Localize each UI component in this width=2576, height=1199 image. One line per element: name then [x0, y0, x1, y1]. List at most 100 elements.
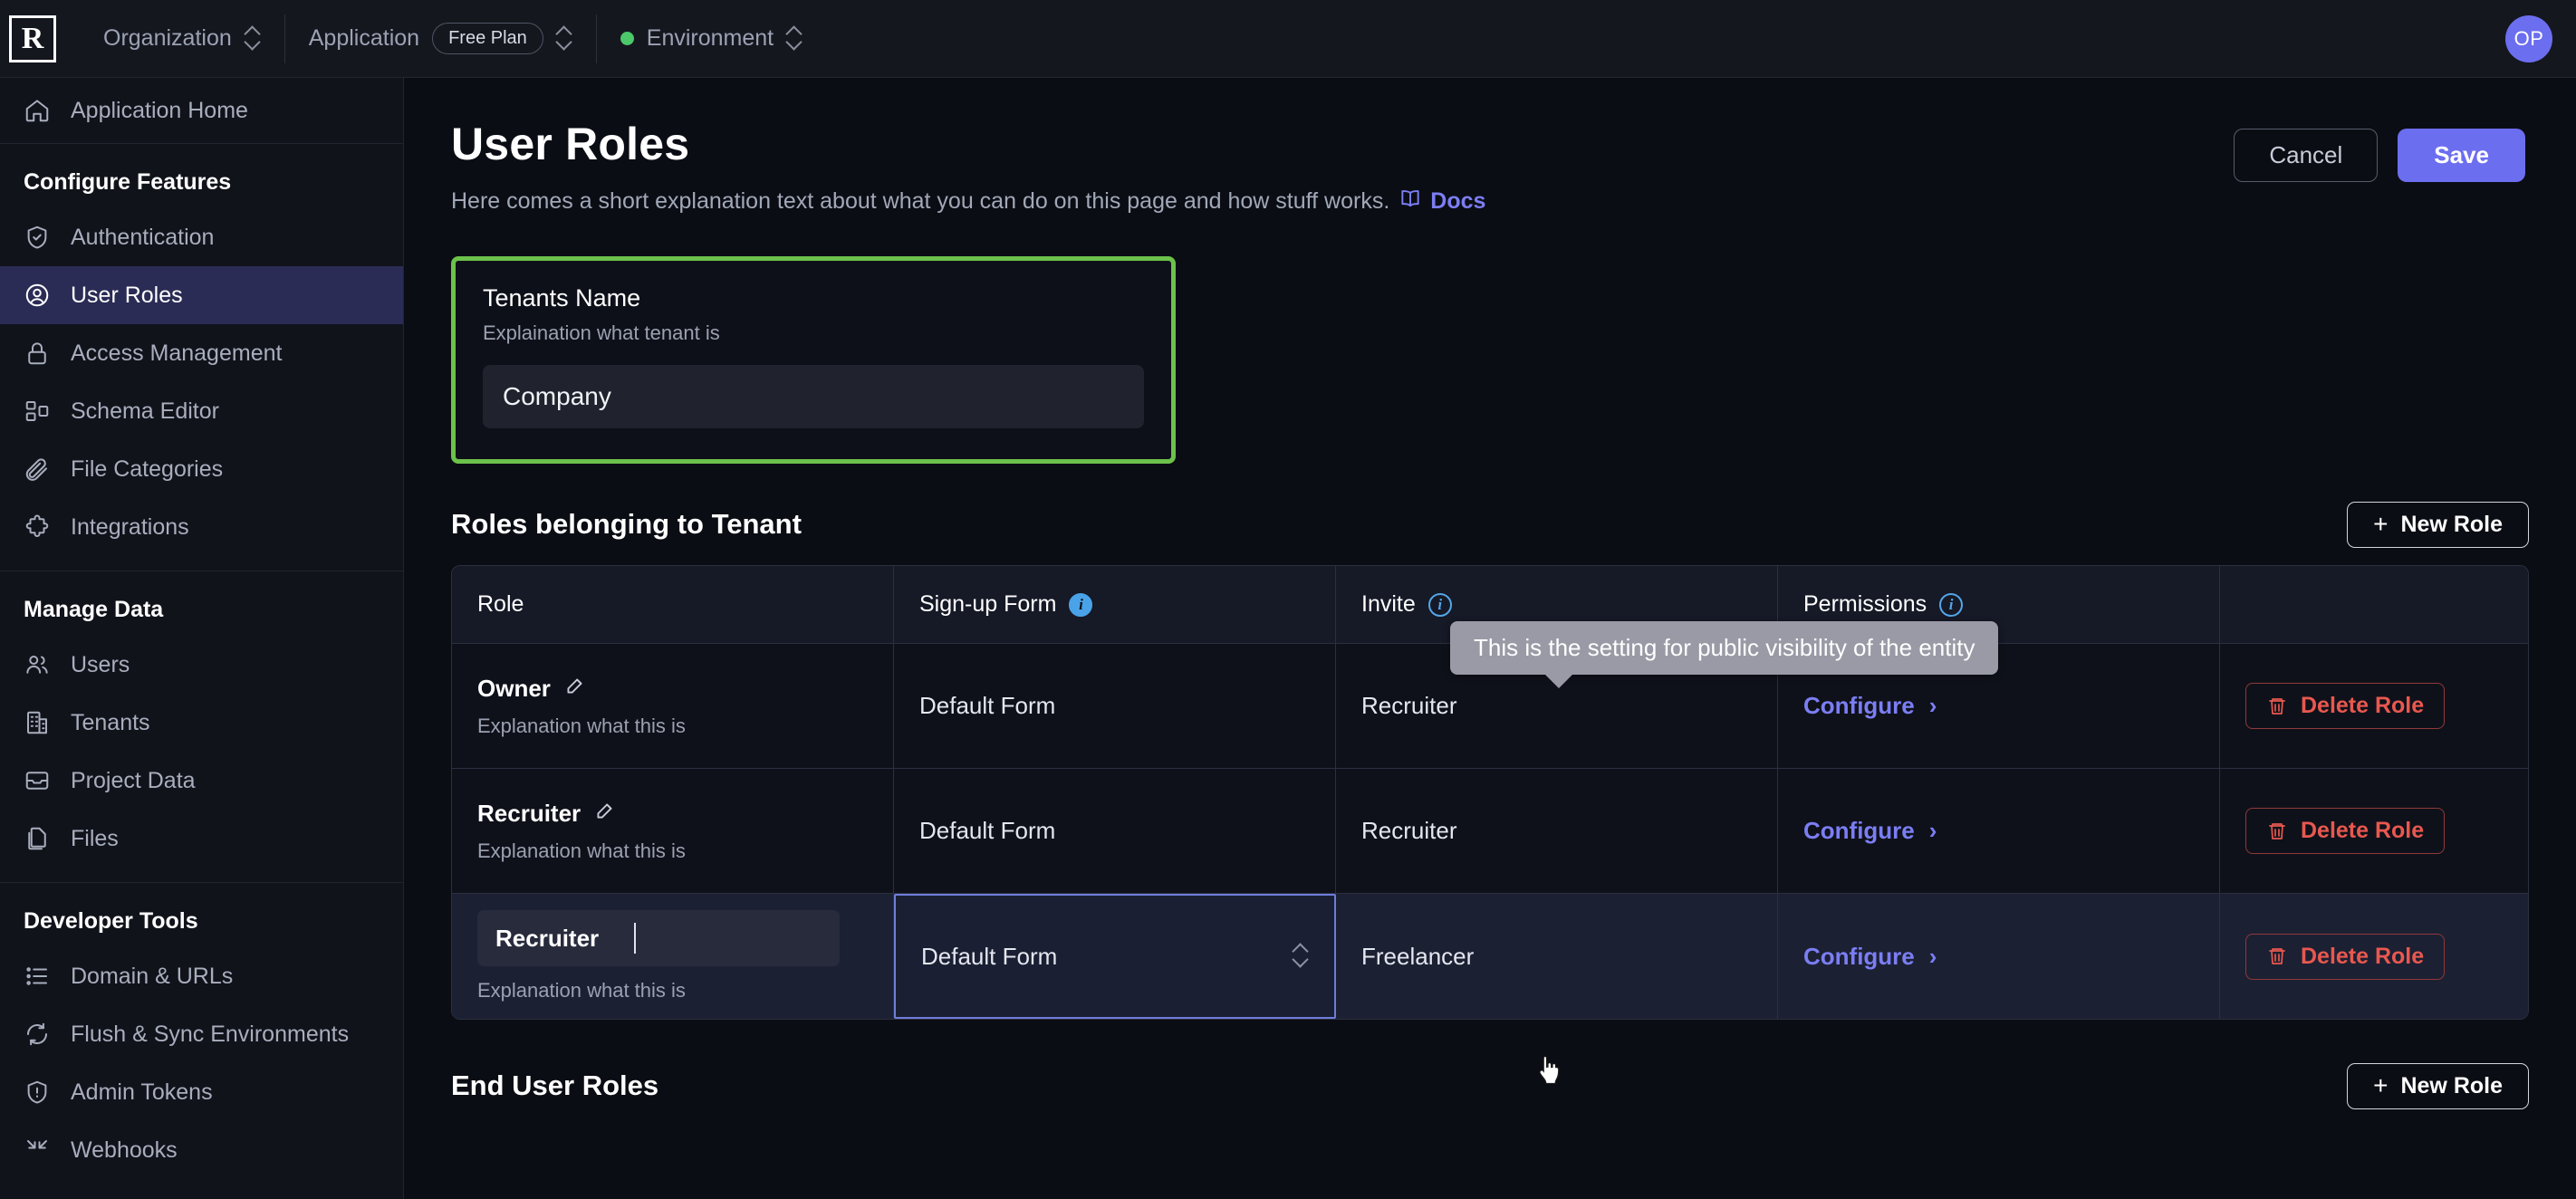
delete-role-button[interactable]: Delete Role: [2245, 683, 2446, 729]
cell-signup-form[interactable]: Default Form: [894, 769, 1336, 893]
delete-role-button[interactable]: Delete Role: [2245, 808, 2446, 854]
sidebar-item-label: Webhooks: [71, 1137, 178, 1163]
sidebar-item-domain-and-urls[interactable]: Domain & URLs: [0, 947, 403, 1005]
info-icon[interactable]: i: [1939, 592, 1964, 617]
tray-icon: [24, 767, 51, 794]
sidebar-item-flush-and-sync-environments[interactable]: Flush & Sync Environments: [0, 1005, 403, 1063]
app-root: R Organization Application Free Plan Env…: [0, 0, 2576, 1199]
cancel-button[interactable]: Cancel: [2234, 129, 2379, 182]
sidebar-item-user-roles[interactable]: User Roles: [0, 266, 403, 324]
chevron-updown-icon[interactable]: [786, 25, 803, 53]
cell-actions: Delete Role: [2220, 769, 2528, 893]
sidebar-item-webhooks[interactable]: Webhooks: [0, 1121, 403, 1179]
tenant-card-description: Explaination what tenant is: [483, 321, 720, 344]
new-end-user-role-button[interactable]: + New Role: [2347, 1062, 2529, 1109]
plus-icon: +: [2373, 1071, 2389, 1099]
sidebar-item-access-management[interactable]: Access Management: [0, 324, 403, 382]
cell-actions: Delete Role: [2220, 894, 2528, 1019]
info-icon[interactable]: i: [1427, 592, 1452, 617]
sidebar-item-application-home[interactable]: Application Home: [0, 78, 403, 143]
configure-label: Configure: [1803, 692, 1915, 719]
delete-role-button[interactable]: Delete Role: [2245, 933, 2446, 980]
home-icon: [24, 97, 51, 124]
chevron-right-icon: ›: [1928, 942, 1937, 970]
organization-label: Organization: [103, 25, 232, 51]
plus-icon: +: [2373, 510, 2389, 538]
end-user-roles-section: End User Roles + New Role: [404, 1058, 2576, 1114]
role-name-input[interactable]: [477, 910, 840, 966]
sidebar: Application Home Configure Features Auth…: [0, 78, 404, 1199]
cell-invite[interactable]: Freelancer: [1336, 894, 1778, 1019]
sidebar-item-tenants[interactable]: Tenants: [0, 694, 403, 752]
sidebar-item-integrations[interactable]: Integrations: [0, 498, 403, 556]
sidebar-heading-developer-tools: Developer Tools: [24, 908, 198, 934]
table-row: Recruiter Explanation what this is Defau…: [452, 769, 2528, 894]
sidebar-item-label: Project Data: [71, 767, 196, 793]
chevron-updown-icon[interactable]: [556, 25, 572, 53]
trash-icon: [2266, 695, 2288, 717]
chevron-right-icon: ›: [1928, 817, 1937, 844]
webhook-icon: [24, 1137, 51, 1164]
main-content: User Roles Here comes a short explanatio…: [404, 78, 2576, 1199]
page-actions: Cancel Save: [2234, 129, 2525, 182]
sidebar-item-label: Integrations: [71, 513, 189, 540]
application-label: Application: [308, 25, 420, 51]
user-circle-icon: [24, 282, 51, 309]
signup-form-select[interactable]: Default Form: [921, 943, 1309, 971]
info-icon[interactable]: i: [1069, 592, 1093, 617]
trash-icon: [2266, 820, 2288, 842]
end-user-roles-header: End User Roles + New Role: [451, 1058, 2529, 1114]
sidebar-item-schema-editor[interactable]: Schema Editor: [0, 382, 403, 440]
cell-signup-form[interactable]: Default Form: [894, 644, 1336, 768]
docs-link[interactable]: Docs: [1399, 187, 1485, 216]
sidebar-item-label: Flush & Sync Environments: [71, 1021, 350, 1047]
chevron-updown-icon[interactable]: [245, 25, 261, 53]
chevron-updown-icon[interactable]: [1293, 943, 1309, 970]
plan-badge: Free Plan: [432, 23, 543, 54]
configure-link[interactable]: Configure ›: [1803, 692, 2194, 720]
sidebar-item-authentication[interactable]: Authentication: [0, 208, 403, 266]
lock-icon: [24, 340, 51, 367]
column-header-invite-label: Invite: [1361, 591, 1416, 617]
cell-invite[interactable]: Recruiter: [1336, 769, 1778, 893]
configure-label: Configure: [1803, 817, 1915, 844]
schema-icon: [24, 398, 51, 425]
role-description: Explanation what this is: [477, 839, 686, 862]
column-header-invite-wrap: Invite i: [1361, 591, 1752, 618]
cell-signup-form-select[interactable]: Default Form: [894, 894, 1336, 1019]
sidebar-item-users[interactable]: Users: [0, 636, 403, 694]
mouse-cursor: [1534, 1054, 1565, 1089]
tenant-card-wrap: Tenants Name Explaination what tenant is: [404, 216, 2576, 464]
cell-actions: Delete Role: [2220, 644, 2528, 768]
roles-section-header: Roles belonging to Tenant + New Role: [451, 496, 2529, 552]
configure-link[interactable]: Configure ›: [1803, 817, 2194, 845]
application-switcher[interactable]: Application Free Plan: [285, 15, 596, 62]
configure-link[interactable]: Configure ›: [1803, 943, 2194, 971]
tenant-name-input[interactable]: [483, 365, 1144, 428]
sidebar-item-label: Users: [71, 651, 130, 677]
shield-check-icon: [24, 224, 51, 251]
role-name: Recruiter: [477, 800, 582, 827]
sidebar-item-files[interactable]: Files: [0, 810, 403, 868]
new-role-label: New Role: [2400, 511, 2503, 537]
sidebar-item-project-data[interactable]: Project Data: [0, 752, 403, 810]
organization-switcher[interactable]: Organization: [80, 15, 284, 62]
sidebar-item-admin-tokens[interactable]: Admin Tokens: [0, 1063, 403, 1121]
app-logo[interactable]: R: [9, 14, 56, 62]
roles-section-title: Roles belonging to Tenant: [451, 508, 802, 540]
sidebar-item-label: File Categories: [71, 456, 224, 482]
sidebar-heading-configure-features: Configure Features: [24, 169, 232, 195]
chevron-right-icon: ›: [1928, 692, 1937, 719]
sidebar-item-file-categories[interactable]: File Categories: [0, 440, 403, 498]
save-button[interactable]: Save: [2398, 129, 2525, 182]
page-subtitle-text: Here comes a short explanation text abou…: [451, 188, 1390, 214]
environment-switcher[interactable]: Environment: [597, 15, 826, 62]
column-header-role: Role: [452, 566, 894, 643]
avatar[interactable]: OP: [2505, 14, 2552, 62]
new-role-button[interactable]: + New Role: [2347, 501, 2529, 548]
delete-role-label: Delete Role: [2301, 943, 2425, 969]
sidebar-item-label: Schema Editor: [71, 398, 219, 424]
paperclip-icon: [24, 456, 51, 483]
edit-icon[interactable]: [563, 674, 587, 704]
edit-icon[interactable]: [593, 799, 617, 829]
